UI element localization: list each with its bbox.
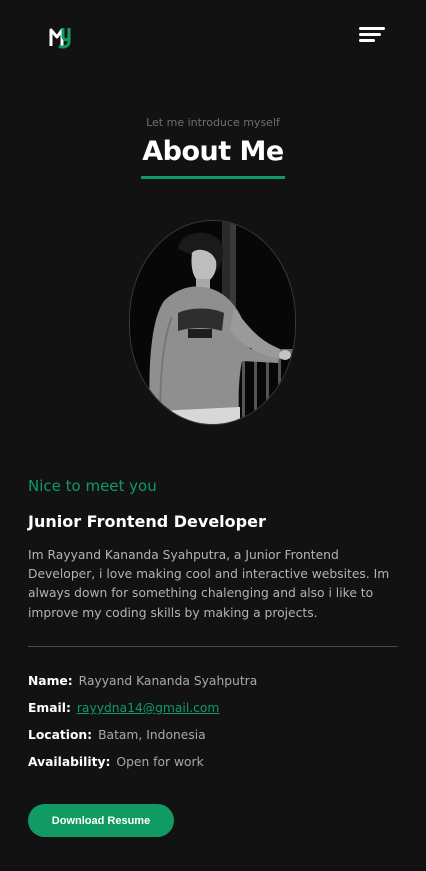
email-label: Email: [28,701,71,715]
menu-line [359,33,381,36]
download-resume-button[interactable]: Download Resume [28,804,174,837]
name-value: Rayyand Kananda Syahputra [78,674,258,688]
divider [28,646,398,647]
info-row-location: Location: Batam, Indonesia [28,728,206,742]
availability-label: Availability: [28,755,111,769]
job-title: Junior Frontend Developer [28,512,266,531]
hamburger-menu-icon[interactable] [359,27,385,45]
info-row-email: Email: rayydna14@gmail.com [28,701,219,715]
bio-paragraph: Im Rayyand Kananda Syahputra, a Junior F… [28,548,390,620]
location-value: Batam, Indonesia [98,728,206,742]
menu-line [359,27,385,30]
page-title: About Me [142,136,284,167]
greeting-text: Nice to meet you [28,477,157,495]
profile-photo [129,220,296,425]
info-row-name: Name: Rayyand Kananda Syahputra [28,674,257,688]
title-underline [141,176,285,179]
location-label: Location: [28,728,93,742]
logo-icon[interactable] [48,24,76,50]
availability-value: Open for work [116,755,204,769]
info-row-availability: Availability: Open for work [28,755,204,769]
name-label: Name: [28,674,73,688]
section-eyebrow: Let me introduce myself [146,116,280,129]
about-page: Let me introduce myself About Me Nice to… [0,0,426,871]
menu-line [359,39,375,42]
email-link[interactable]: rayydna14@gmail.com [77,701,220,715]
